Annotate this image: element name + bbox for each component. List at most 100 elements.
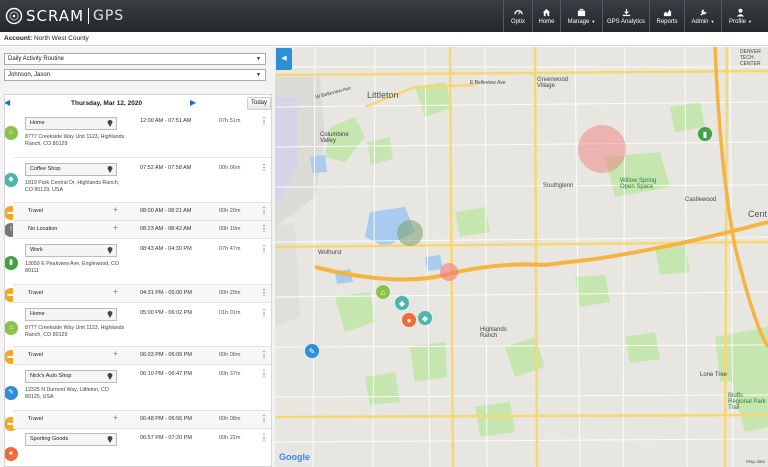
more-options-icon[interactable]: ⋮ [260,116,268,125]
account-label: Account: [4,35,33,42]
more-options-icon[interactable]: ⋮ [260,244,268,253]
entry-time: 05:00 PM - 06:02 PM [140,310,192,316]
nav-reports[interactable]: Reports [649,0,684,32]
nav-admin[interactable]: Admin ▼ [684,0,721,32]
timeline-entry[interactable]: Nick's Auto Shop 12325 N Dumont Way, Lit… [13,364,271,410]
more-options-icon[interactable]: ⋮ [260,224,268,233]
wrench-map-marker-icon[interactable]: ✎ [304,343,320,359]
map-pin-icon [107,166,113,173]
map-label-columbine: Columbine Valley [320,132,349,144]
nav-home-label: Home [538,18,555,25]
entry-time: 08:23 AM - 08:42 AM [140,226,192,232]
entry-time: 07:52 AM - 07:58 AM [140,165,192,171]
current-date: Thursday, Mar 12, 2020 [71,100,143,107]
nav-manage-label: Manage ▼ [567,18,596,25]
chevron-down-icon: ▼ [256,56,261,62]
visit-radius-circle[interactable] [397,220,423,246]
dashboard-icon [513,9,523,15]
nav-home[interactable]: Home [532,0,560,32]
place-select[interactable]: Nick's Auto Shop [25,370,117,383]
nav-optix-label: Optix [510,18,525,25]
visit-radius-circle[interactable] [578,125,626,173]
place-address: 12325 N Dumont Way, Littleton, CO 80125,… [25,387,109,400]
main-menu: Optix Home Manage ▼ GPS Analytics Reports… [503,0,759,32]
more-options-icon[interactable]: ⋮ [260,433,268,442]
activity-panel: Daily Activity Routine ▼ Johnson, Jason … [0,47,275,467]
timeline-entry[interactable]: Travel + 04:31 PM - 05:00 PM 00h 29m ⋮ [13,284,271,302]
timeline-entry[interactable]: Home 8777 Creekside Way Unit 1123, Highl… [13,113,271,157]
map-pin-icon [107,373,113,380]
previous-day-arrow-icon[interactable]: ◀ [5,98,10,107]
visit-radius-circle[interactable] [440,263,458,281]
more-options-icon[interactable]: ⋮ [260,414,268,423]
collapse-panel-toggle-icon[interactable]: ◀ [276,48,292,70]
place-address: 1819 Park Central Dr, Highlands Ranch, C… [25,180,120,193]
nav-optix[interactable]: Optix [503,0,532,32]
more-options-icon[interactable]: ⋮ [260,163,268,172]
place-name: Sporting Goods [30,436,69,442]
add-location-icon[interactable]: + [113,223,118,232]
place-select[interactable]: Sporting Goods [25,433,117,446]
place-address: 8777 Creekside Way Unit 1123, Highlands … [25,134,125,147]
person-select[interactable]: Johnson, Jason ▼ [4,69,266,81]
entry-time: 08:00 AM - 08:21 AM [140,208,192,214]
more-options-icon[interactable]: ⋮ [260,350,268,359]
entry-time: 06:48 PM - 06:56 PM [140,416,192,422]
nav-gps-analytics[interactable]: GPS Analytics [602,0,649,32]
timeline-entry[interactable]: Travel + 08:00 AM - 08:21 AM 00h 20m ⋮ [13,202,271,220]
home-map-marker-icon[interactable]: ⌂ [375,284,391,300]
map-label-southglenn: Southglenn [543,183,574,189]
add-location-icon[interactable]: + [113,287,118,296]
nav-reports-label: Reports [656,18,678,25]
map-attribution: Map data [746,459,765,464]
more-options-icon[interactable]: ⋮ [260,288,268,297]
more-options-icon[interactable]: ⋮ [260,308,268,317]
timeline-entry[interactable]: No Location + 08:23 AM - 08:42 AM 00h 19… [13,220,271,238]
timeline-entry[interactable]: Work 13059 E Peakview Ave, Englewood, CO… [13,238,271,284]
report-select[interactable]: Daily Activity Routine ▼ [4,53,266,65]
next-day-arrow-icon[interactable]: ▶ [190,98,196,107]
place-select[interactable]: Work [25,244,117,257]
nav-profile[interactable]: Profile ▼ [721,0,759,32]
map-label-denver-tech: DENVER TECH CENTER [740,49,761,67]
map-label-willow-spring: Willow Spring Open Space [620,178,657,190]
more-options-icon[interactable]: ⋮ [260,206,268,215]
timeline-entry[interactable]: Home 8777 Creekside Way Unit 1123, Highl… [13,302,271,346]
place-address: 13059 E Peakview Ave, Englewood, CO 8011… [25,261,120,274]
add-location-icon[interactable]: + [113,349,118,358]
entry-duration: 00h 06m [219,165,241,171]
timeline-entry[interactable]: Sporting Goods 06:57 PM - 07:20 PM 00h 2… [13,428,271,466]
nav-manage[interactable]: Manage ▼ [560,0,602,32]
scram-gps-logo[interactable]: SCRAM GPS [5,6,124,26]
place-select[interactable]: Home [25,308,117,321]
map-pin-icon [107,436,113,443]
place-select[interactable]: Home [25,117,117,130]
map-view[interactable]: Littleton Columbine Valley Greenwood Vil… [275,47,768,467]
work-building-map-marker-icon[interactable]: ▮ [697,126,713,142]
brand-sub: GPS [93,8,125,24]
logo-divider [88,8,90,24]
entry-time: 12:00 AM - 07:51 AM [140,118,192,124]
today-button[interactable]: Today [247,97,271,110]
add-location-icon[interactable]: + [113,205,118,214]
store-map-marker-icon[interactable]: ● [401,312,417,328]
map-label-lone-tree: Lone Tree [700,372,728,378]
entry-duration: 07h 51m [219,118,241,124]
chart-icon [663,9,671,16]
entry-time: 06:03 PM - 06:09 PM [140,352,192,358]
more-options-icon[interactable]: ⋮ [260,369,268,378]
report-select-value: Daily Activity Routine [8,56,65,62]
tag-map-marker-icon[interactable]: ◆ [417,310,433,326]
add-location-icon[interactable]: + [113,413,118,422]
place-select[interactable]: Coffee Shop [25,163,117,176]
timeline-entry[interactable]: Coffee Shop 1819 Park Central Dr, Highla… [13,157,271,202]
timeline-entry[interactable]: Travel + 06:03 PM - 06:09 PM 00h 06m ⋮ [13,346,271,364]
top-navigation-bar: SCRAM GPS Optix Home Manage ▼ GPS Analyti… [0,0,768,32]
map-pin-icon [107,247,113,254]
timeline-entry[interactable]: Travel + 06:48 PM - 06:56 PM 00h 08m ⋮ [13,410,271,428]
entry-duration: 00h 08m [219,416,241,422]
coffee-tag-map-marker-icon[interactable]: ◆ [394,295,410,311]
user-icon [736,8,745,17]
date-navigator: ◀ Thursday, Mar 12, 2020 ▶ Today [5,95,271,113]
map-base-layer [275,47,768,467]
